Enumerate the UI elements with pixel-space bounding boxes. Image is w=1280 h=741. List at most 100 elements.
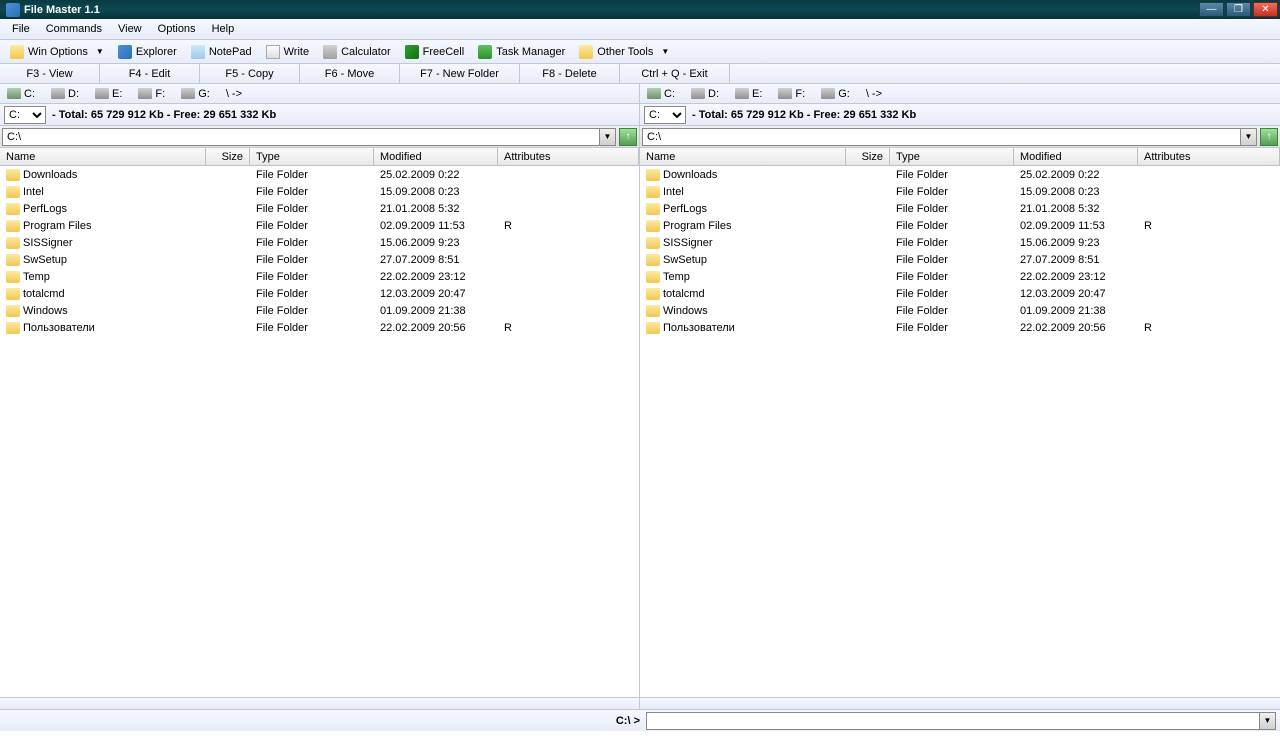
file-row[interactable]: ПользователиFile Folder22.02.2009 20:56R bbox=[0, 319, 639, 336]
drive-f-button[interactable]: F: bbox=[135, 87, 168, 101]
menu-help[interactable]: Help bbox=[204, 21, 243, 37]
quit-button[interactable]: Ctrl + Q - Exit bbox=[620, 64, 730, 83]
path-dropdown-right[interactable]: ▼ bbox=[1241, 128, 1257, 146]
notepad-button[interactable]: NotePad bbox=[185, 43, 258, 61]
calculator-button[interactable]: Calculator bbox=[317, 43, 397, 61]
file-name: Пользователи bbox=[663, 322, 735, 334]
up-button-left[interactable]: ↑ bbox=[619, 128, 637, 146]
root-button[interactable]: \ -> bbox=[223, 87, 245, 101]
file-list-left[interactable]: DownloadsFile Folder25.02.2009 0:22Intel… bbox=[0, 166, 639, 697]
file-name: Downloads bbox=[663, 169, 717, 181]
menu-options[interactable]: Options bbox=[150, 21, 204, 37]
f4-edit-button[interactable]: F4 - Edit bbox=[100, 64, 200, 83]
col-attributes[interactable]: Attributes bbox=[498, 148, 639, 165]
folder-icon bbox=[646, 254, 660, 266]
file-name: SwSetup bbox=[23, 254, 67, 266]
file-row[interactable]: IntelFile Folder15.09.2008 0:23 bbox=[640, 183, 1280, 200]
up-button-right[interactable]: ↑ bbox=[1260, 128, 1278, 146]
file-list-right[interactable]: DownloadsFile Folder25.02.2009 0:22Intel… bbox=[640, 166, 1280, 697]
file-row[interactable]: totalcmdFile Folder12.03.2009 20:47 bbox=[0, 285, 639, 302]
file-row[interactable]: WindowsFile Folder01.09.2009 21:38 bbox=[0, 302, 639, 319]
file-modified: 01.09.2009 21:38 bbox=[374, 305, 498, 317]
file-row[interactable]: SISSignerFile Folder15.06.2009 9:23 bbox=[640, 234, 1280, 251]
file-row[interactable]: Program FilesFile Folder02.09.2009 11:53… bbox=[640, 217, 1280, 234]
folder-icon bbox=[6, 220, 20, 232]
col-size[interactable]: Size bbox=[846, 148, 890, 165]
file-row[interactable]: totalcmdFile Folder12.03.2009 20:47 bbox=[640, 285, 1280, 302]
window-buttons: — ❐ ✕ bbox=[1199, 2, 1278, 17]
drive-c-button[interactable]: C: bbox=[4, 87, 38, 101]
file-row[interactable]: PerfLogsFile Folder21.01.2008 5:32 bbox=[0, 200, 639, 217]
file-type: File Folder bbox=[890, 288, 1014, 300]
file-type: File Folder bbox=[250, 169, 374, 181]
drive-select-right[interactable]: C: bbox=[644, 106, 686, 124]
explorer-button[interactable]: Explorer bbox=[112, 43, 183, 61]
file-row[interactable]: ПользователиFile Folder22.02.2009 20:56R bbox=[640, 319, 1280, 336]
file-type: File Folder bbox=[890, 186, 1014, 198]
path-input-right[interactable] bbox=[642, 128, 1241, 146]
drive-d-button[interactable]: D: bbox=[688, 87, 722, 101]
right-panel: C: D: E: F: G: \ -> C: - Total: 65 729 9… bbox=[640, 84, 1280, 709]
write-icon bbox=[266, 45, 280, 59]
path-dropdown-left[interactable]: ▼ bbox=[600, 128, 616, 146]
file-row[interactable]: DownloadsFile Folder25.02.2009 0:22 bbox=[0, 166, 639, 183]
folder-icon bbox=[646, 271, 660, 283]
folder-icon bbox=[646, 169, 660, 181]
file-row[interactable]: DownloadsFile Folder25.02.2009 0:22 bbox=[640, 166, 1280, 183]
file-name: PerfLogs bbox=[23, 203, 67, 215]
drive-icon bbox=[778, 88, 792, 99]
file-row[interactable]: WindowsFile Folder01.09.2009 21:38 bbox=[640, 302, 1280, 319]
file-row[interactable]: SISSignerFile Folder15.06.2009 9:23 bbox=[0, 234, 639, 251]
file-row[interactable]: PerfLogsFile Folder21.01.2008 5:32 bbox=[640, 200, 1280, 217]
file-row[interactable]: TempFile Folder22.02.2009 23:12 bbox=[640, 268, 1280, 285]
col-name[interactable]: Name bbox=[0, 148, 206, 165]
col-type[interactable]: Type bbox=[250, 148, 374, 165]
file-name: Program Files bbox=[663, 220, 731, 232]
file-name: SwSetup bbox=[663, 254, 707, 266]
file-row[interactable]: SwSetupFile Folder27.07.2009 8:51 bbox=[640, 251, 1280, 268]
menu-commands[interactable]: Commands bbox=[38, 21, 110, 37]
f7-newfolder-button[interactable]: F7 - New Folder bbox=[400, 64, 520, 83]
f8-delete-button[interactable]: F8 - Delete bbox=[520, 64, 620, 83]
file-modified: 27.07.2009 8:51 bbox=[1014, 254, 1138, 266]
freecell-button[interactable]: FreeCell bbox=[399, 43, 471, 61]
minimize-button[interactable]: — bbox=[1199, 2, 1224, 17]
drive-e-button[interactable]: E: bbox=[92, 87, 125, 101]
col-size[interactable]: Size bbox=[206, 148, 250, 165]
col-attributes[interactable]: Attributes bbox=[1138, 148, 1280, 165]
folder-icon bbox=[10, 45, 24, 59]
info-bar-left: C: - Total: 65 729 912 Kb - Free: 29 651… bbox=[0, 104, 639, 126]
file-row[interactable]: SwSetupFile Folder27.07.2009 8:51 bbox=[0, 251, 639, 268]
other-tools-button[interactable]: Other Tools▼ bbox=[573, 43, 675, 61]
command-input[interactable] bbox=[646, 712, 1260, 730]
titlebar: File Master 1.1 — ❐ ✕ bbox=[0, 0, 1280, 19]
path-input-left[interactable] bbox=[2, 128, 600, 146]
menu-view[interactable]: View bbox=[110, 21, 150, 37]
close-button[interactable]: ✕ bbox=[1253, 2, 1278, 17]
drive-d-button[interactable]: D: bbox=[48, 87, 82, 101]
win-options-button[interactable]: Win Options▼ bbox=[4, 43, 110, 61]
file-name: Temp bbox=[23, 271, 50, 283]
col-type[interactable]: Type bbox=[890, 148, 1014, 165]
drive-g-button[interactable]: G: bbox=[178, 87, 213, 101]
menu-file[interactable]: File bbox=[4, 21, 38, 37]
col-name[interactable]: Name bbox=[640, 148, 846, 165]
file-row[interactable]: IntelFile Folder15.09.2008 0:23 bbox=[0, 183, 639, 200]
write-button[interactable]: Write bbox=[260, 43, 315, 61]
maximize-button[interactable]: ❐ bbox=[1226, 2, 1251, 17]
drive-g-button[interactable]: G: bbox=[818, 87, 853, 101]
col-modified[interactable]: Modified bbox=[374, 148, 498, 165]
f3-view-button[interactable]: F3 - View bbox=[0, 64, 100, 83]
drive-select-left[interactable]: C: bbox=[4, 106, 46, 124]
taskmgr-button[interactable]: Task Manager bbox=[472, 43, 571, 61]
file-row[interactable]: TempFile Folder22.02.2009 23:12 bbox=[0, 268, 639, 285]
command-dropdown[interactable]: ▼ bbox=[1260, 712, 1276, 730]
drive-f-button[interactable]: F: bbox=[775, 87, 808, 101]
drive-e-button[interactable]: E: bbox=[732, 87, 765, 101]
f5-copy-button[interactable]: F5 - Copy bbox=[200, 64, 300, 83]
drive-c-button[interactable]: C: bbox=[644, 87, 678, 101]
col-modified[interactable]: Modified bbox=[1014, 148, 1138, 165]
file-row[interactable]: Program FilesFile Folder02.09.2009 11:53… bbox=[0, 217, 639, 234]
f6-move-button[interactable]: F6 - Move bbox=[300, 64, 400, 83]
root-button[interactable]: \ -> bbox=[863, 87, 885, 101]
